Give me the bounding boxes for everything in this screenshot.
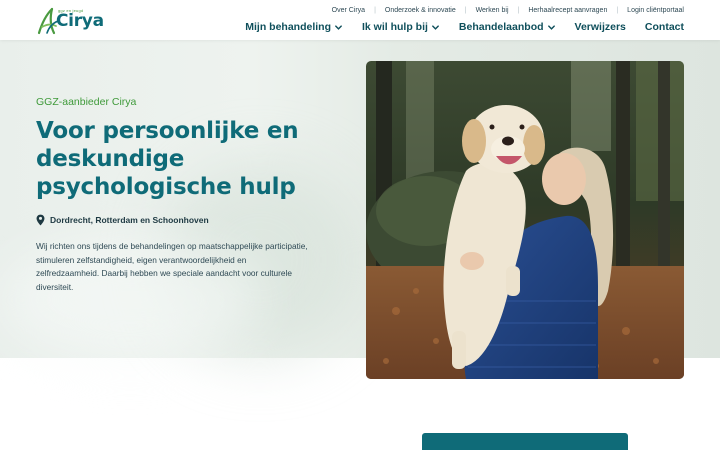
divider: | [517,7,520,14]
nav-item-contact[interactable]: Contact [645,21,684,33]
nav-item-label: Contact [644,21,684,33]
nav-item-behandelaanbod[interactable]: Behandelaanbod [459,21,556,33]
nav-item-label: Behandelaanbod [458,21,544,33]
utility-link-herhaalrecept[interactable]: Herhaalrecept aanvragen [528,7,607,14]
headline-line: deskundige [36,146,185,172]
utility-link-login[interactable]: Login cliëntportaal [627,7,684,14]
main-nav: Mijn behandeling Ik wil hulp bij Behande… [245,21,684,33]
hero-headline: Voor persoonlijke en deskundige psycholo… [36,117,336,201]
nav-item-label: Ik wil hulp bij [362,21,428,33]
chevron-down-icon [335,24,342,30]
chevron-down-icon [432,24,439,30]
content-card-top [422,433,628,450]
hero-photo-illustration [366,61,684,379]
nav-item-ik-wil-hulp-bij[interactable]: Ik wil hulp bij [362,21,440,33]
hero-photo-woman-with-dog [366,61,684,379]
divider: | [374,7,376,14]
utility-link-onderzoek[interactable]: Onderzoek & innovatie [385,7,456,14]
location-text: Dordrecht, Rotterdam en Schoonhoven [50,215,209,225]
chevron-down-icon [547,24,555,30]
logo-wordmark: Cirya [56,11,104,31]
nav-item-label: Verwijzers [574,21,626,33]
nav-item-mijn-behandeling[interactable]: Mijn behandeling [245,21,343,33]
hero-location: Dordrecht, Rotterdam en Schoonhoven [36,214,209,226]
map-pin-icon [36,214,45,226]
nav-item-label: Mijn behandeling [245,21,331,33]
nav-item-verwijzers[interactable]: Verwijzers [575,21,626,33]
headline-line: Voor persoonlijke en [36,118,299,144]
utility-nav: Over Cirya | Onderzoek & innovatie | Wer… [332,7,684,14]
divider: | [464,7,467,14]
utility-link-over-cirya[interactable]: Over Cirya [332,7,365,14]
utility-link-werken-bij[interactable]: Werken bij [476,7,509,14]
hero-eyebrow: GGZ-aanbieder Cirya [36,96,137,108]
divider: | [616,7,619,14]
hero-intro-text: Wij richten ons tijdens de behandelingen… [36,241,308,293]
headline-line: psychologische hulp [36,174,296,200]
site-header: ggz en jeugd Cirya Over Cirya | Onderzoe… [0,0,720,40]
